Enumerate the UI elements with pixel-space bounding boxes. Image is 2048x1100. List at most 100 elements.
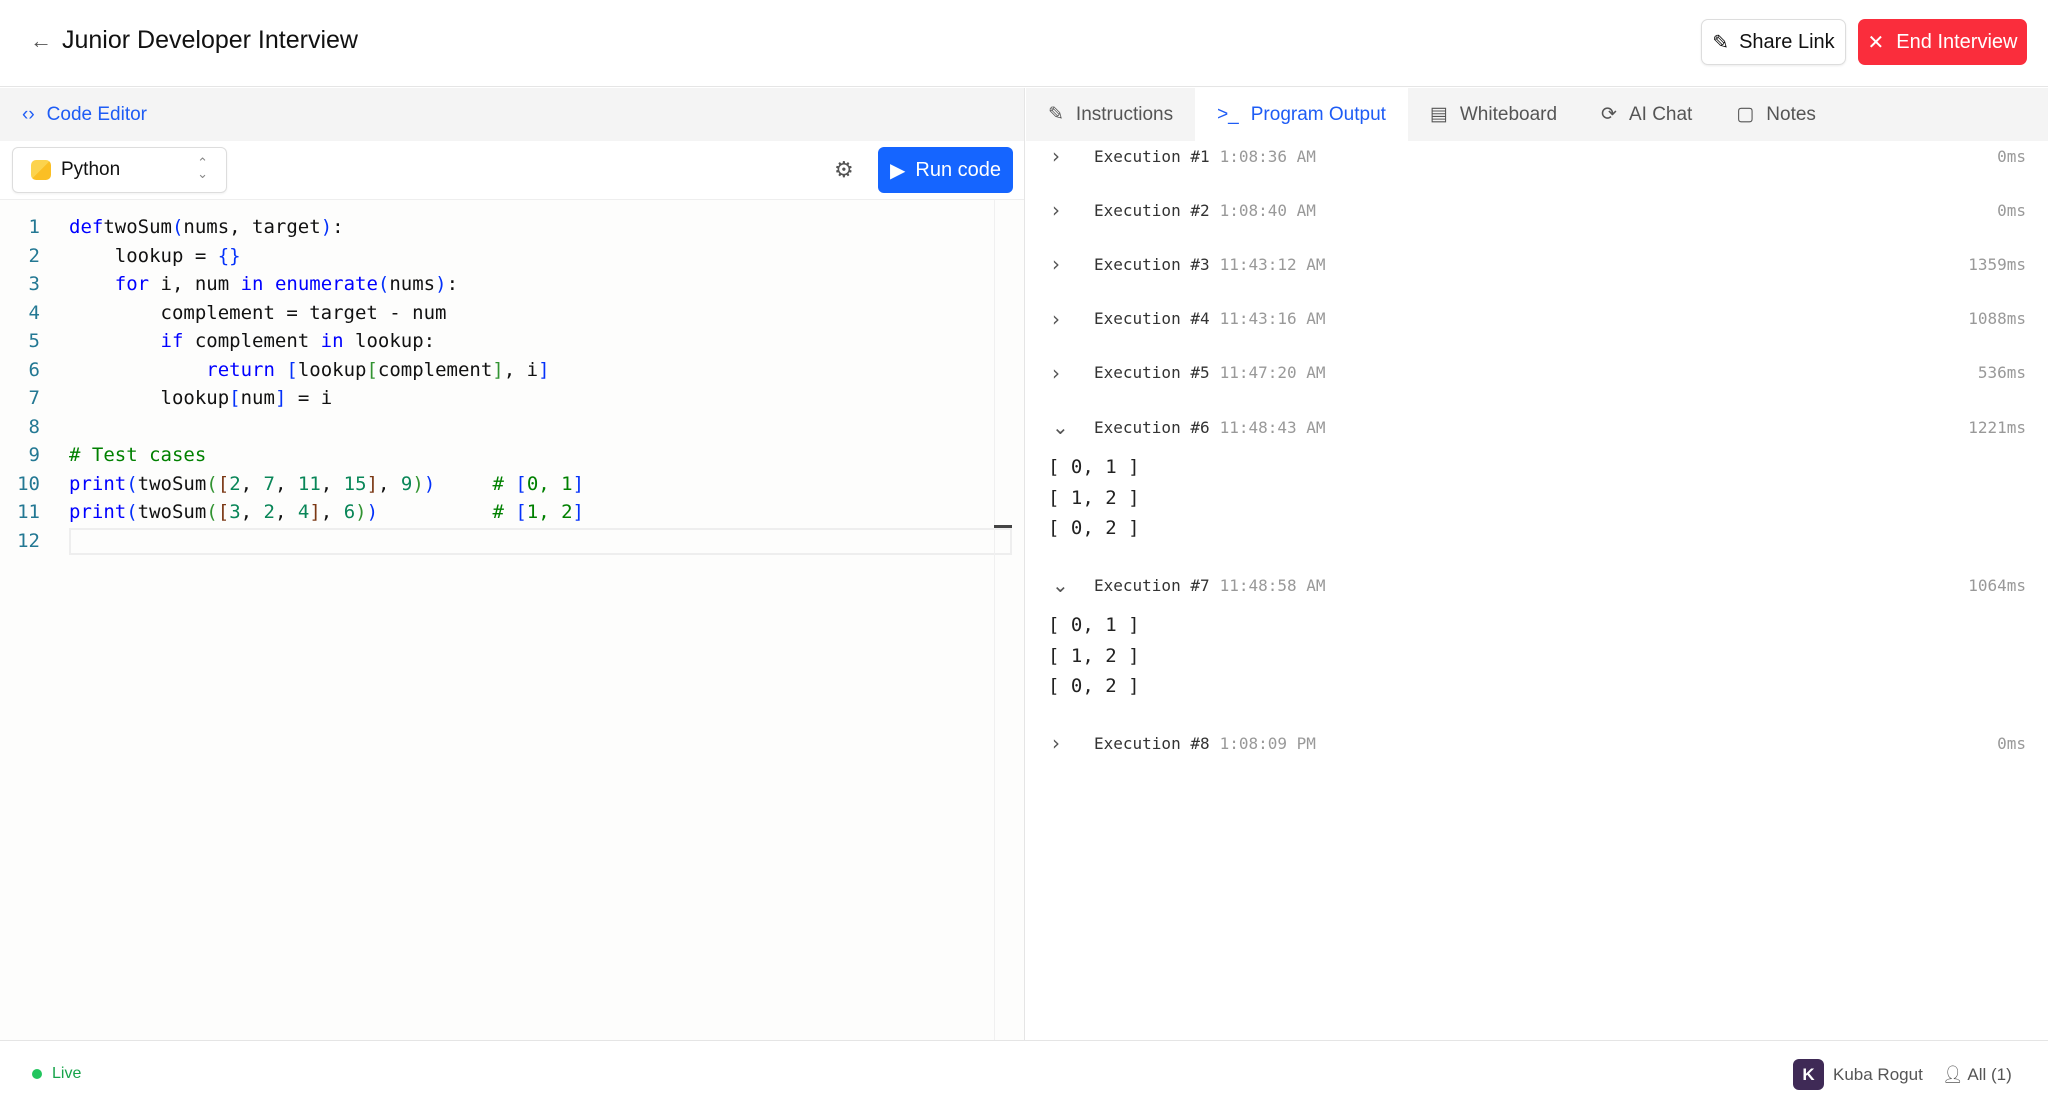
gear-icon[interactable]: ⚙ — [834, 157, 854, 183]
tab-ai-chat[interactable]: ⟳AI Chat — [1579, 88, 1714, 141]
code-token: 2 — [264, 501, 275, 523]
code-token — [263, 273, 274, 295]
code-token: [ — [218, 473, 229, 495]
execution-row[interactable]: › Execution #11:08:36 AM 0ms — [1026, 141, 2048, 171]
code-token: 7 — [264, 473, 275, 495]
header: ← Junior Developer Interview ✎Share Link… — [0, 0, 2048, 87]
execution-row[interactable]: ⌄ Execution #711:48:58 AM 1064ms — [1026, 570, 2048, 600]
chevron-down-icon[interactable]: ⌄ — [1052, 415, 1069, 439]
output-line: [ 0, 1 ] — [1048, 614, 1140, 636]
execution-time: 1:08:36 AM — [1220, 147, 1316, 166]
code-text — [40, 527, 69, 556]
code-text — [40, 413, 69, 442]
right-panel: ✎Instructions >_Program Output ▤Whiteboa… — [1026, 88, 2048, 1040]
tab-code-editor[interactable]: ‹›Code Editor — [0, 88, 1024, 141]
code-token: 15 — [344, 473, 367, 495]
chevron-right-icon[interactable]: › — [1052, 731, 1060, 755]
execution-duration: 1088ms — [1968, 309, 2026, 328]
share-link-button[interactable]: ✎Share Link — [1701, 19, 1846, 65]
chevron-right-icon[interactable]: › — [1052, 144, 1060, 168]
code-token: ) — [367, 501, 378, 523]
code-text: for i, num in enumerate(nums): — [40, 270, 458, 299]
line-number: 1 — [0, 213, 40, 242]
execution-duration: 1359ms — [1968, 255, 2026, 274]
end-interview-button[interactable]: ✕End Interview — [1858, 19, 2027, 65]
run-code-button[interactable]: ▶Run code — [878, 147, 1013, 193]
chevron-down-icon[interactable]: ⌄ — [1052, 573, 1069, 597]
code-line: 6 return [lookup[complement], i] — [0, 356, 1000, 385]
code-token: [ — [366, 359, 377, 381]
execution-label: Execution #6 11:48:43 AM — [1094, 418, 1326, 437]
tab-program-output[interactable]: >_Program Output — [1195, 88, 1408, 141]
code-token: 9 — [401, 473, 412, 495]
code-token: ( — [172, 216, 183, 238]
code-token: complement = target - num — [69, 302, 447, 324]
chevron-right-icon[interactable]: › — [1052, 361, 1060, 385]
line-number: 4 — [0, 299, 40, 328]
code-token: , — [275, 501, 298, 523]
code-token: print — [69, 473, 126, 495]
ai-chat-icon: ⟳ — [1601, 103, 1617, 126]
execution-duration: 0ms — [1997, 147, 2026, 166]
execution-name: Execution #7 — [1094, 576, 1210, 595]
editor-scrollbar[interactable] — [994, 200, 995, 1040]
code-token: [ — [286, 359, 297, 381]
execution-time: 11:43:16 AM — [1220, 309, 1326, 328]
execution-label: Execution #21:08:40 AM — [1094, 201, 1316, 220]
chevron-right-icon[interactable]: › — [1052, 198, 1060, 222]
code-text: return [lookup[complement], i] — [40, 356, 550, 385]
code-line: 1deftwoSum(nums, target): — [0, 213, 1000, 242]
execution-name: Execution #6 — [1094, 418, 1210, 437]
code-token: in — [241, 273, 264, 295]
chevron-right-icon[interactable]: › — [1052, 307, 1060, 331]
chevron-right-icon[interactable]: › — [1052, 252, 1060, 276]
execution-duration: 1064ms — [1968, 576, 2026, 595]
code-text: # Test cases — [40, 441, 206, 470]
code-token: ( — [206, 473, 217, 495]
code-token: return — [69, 359, 275, 381]
output-line: [ 0, 2 ] — [1048, 675, 1140, 697]
code-token: if — [69, 330, 183, 352]
execution-time: 11:48:43 AM — [1220, 418, 1326, 437]
execution-row[interactable]: ⌄ Execution #611:48:43 AM 1221ms — [1026, 412, 2048, 442]
code-token: ] — [275, 387, 286, 409]
line-number: 5 — [0, 327, 40, 356]
code-area[interactable]: 1deftwoSum(nums, target):2 lookup = {}3 … — [0, 213, 1000, 555]
code-token: , i — [504, 359, 538, 381]
avatar[interactable]: K — [1793, 1059, 1824, 1090]
code-token: 4 — [298, 501, 309, 523]
execution-time: 11:43:12 AM — [1220, 255, 1326, 274]
execution-row[interactable]: › Execution #81:08:09 PM 0ms — [1026, 728, 2048, 758]
execution-label: Execution #511:47:20 AM — [1094, 363, 1326, 382]
code-token: in — [321, 330, 344, 352]
close-icon: ✕ — [1868, 30, 1885, 55]
code-text: print(twoSum([3, 2, 4], 6)) # [1, 2] — [40, 498, 584, 527]
code-token: lookup — [69, 387, 229, 409]
line-number: 3 — [0, 270, 40, 299]
code-line: 5 if complement in lookup: — [0, 327, 1000, 356]
execution-row[interactable]: › Execution #21:08:40 AM 0ms — [1026, 195, 2048, 225]
participants-button[interactable]: 👤︎ All (1) — [1942, 1065, 2012, 1085]
code-text: deftwoSum(nums, target): — [40, 213, 344, 242]
execution-time: 1:08:09 PM — [1220, 734, 1316, 753]
tab-instructions[interactable]: ✎Instructions — [1026, 88, 1195, 141]
execution-row[interactable]: › Execution #4 11:43:16 AM 1088ms — [1026, 304, 2048, 334]
code-token: : — [332, 216, 343, 238]
language-select[interactable]: Python⌃⌄ — [12, 147, 227, 193]
code-token: # — [492, 501, 515, 523]
execution-row[interactable]: › Execution #311:43:12 AM 1359ms — [1026, 249, 2048, 279]
code-token: 1, 2 — [527, 501, 573, 523]
back-arrow-icon[interactable]: ← — [30, 28, 52, 54]
code-token: num — [241, 387, 275, 409]
code-token: i, num — [149, 273, 241, 295]
code-token: # Test cases — [69, 444, 206, 466]
execution-row[interactable]: › Execution #511:47:20 AM 536ms — [1026, 358, 2048, 388]
code-token: ] — [538, 359, 549, 381]
tab-notes[interactable]: ▢Notes — [1714, 88, 1838, 141]
code-token: twoSum — [103, 216, 172, 238]
code-token: ] — [573, 473, 584, 495]
execution-name: Execution #4 — [1094, 309, 1210, 328]
tab-whiteboard[interactable]: ▤Whiteboard — [1408, 88, 1579, 141]
code-token — [275, 359, 286, 381]
code-line: 7 lookup[num] = i — [0, 384, 1000, 413]
